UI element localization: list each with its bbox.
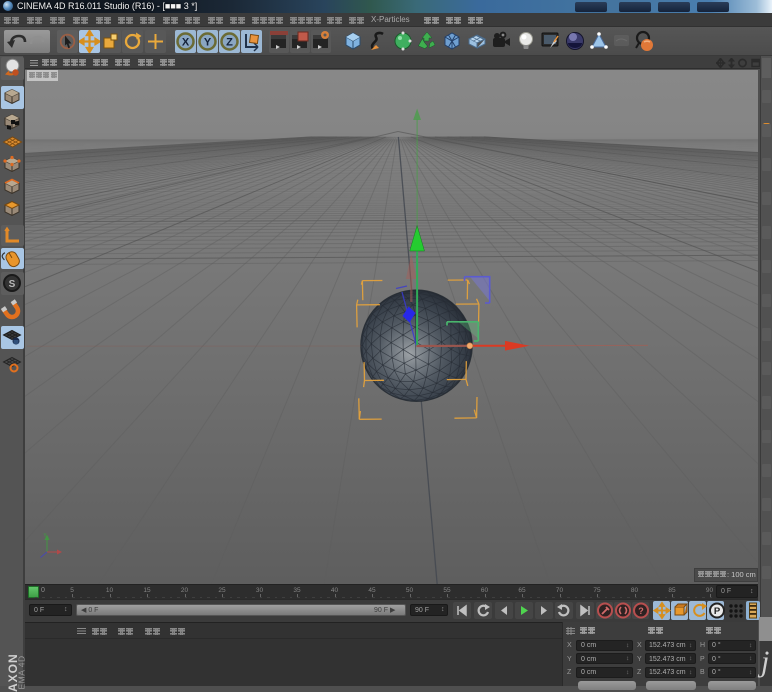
svg-text:Y: Y [204, 37, 212, 49]
svg-text:S: S [9, 279, 16, 290]
svg-text:P: P [714, 606, 721, 617]
svg-text:Z: Z [226, 37, 233, 49]
svg-text:X: X [182, 37, 190, 49]
svg-text:?: ? [638, 606, 644, 616]
svg-text:Y: Y [43, 533, 47, 539]
